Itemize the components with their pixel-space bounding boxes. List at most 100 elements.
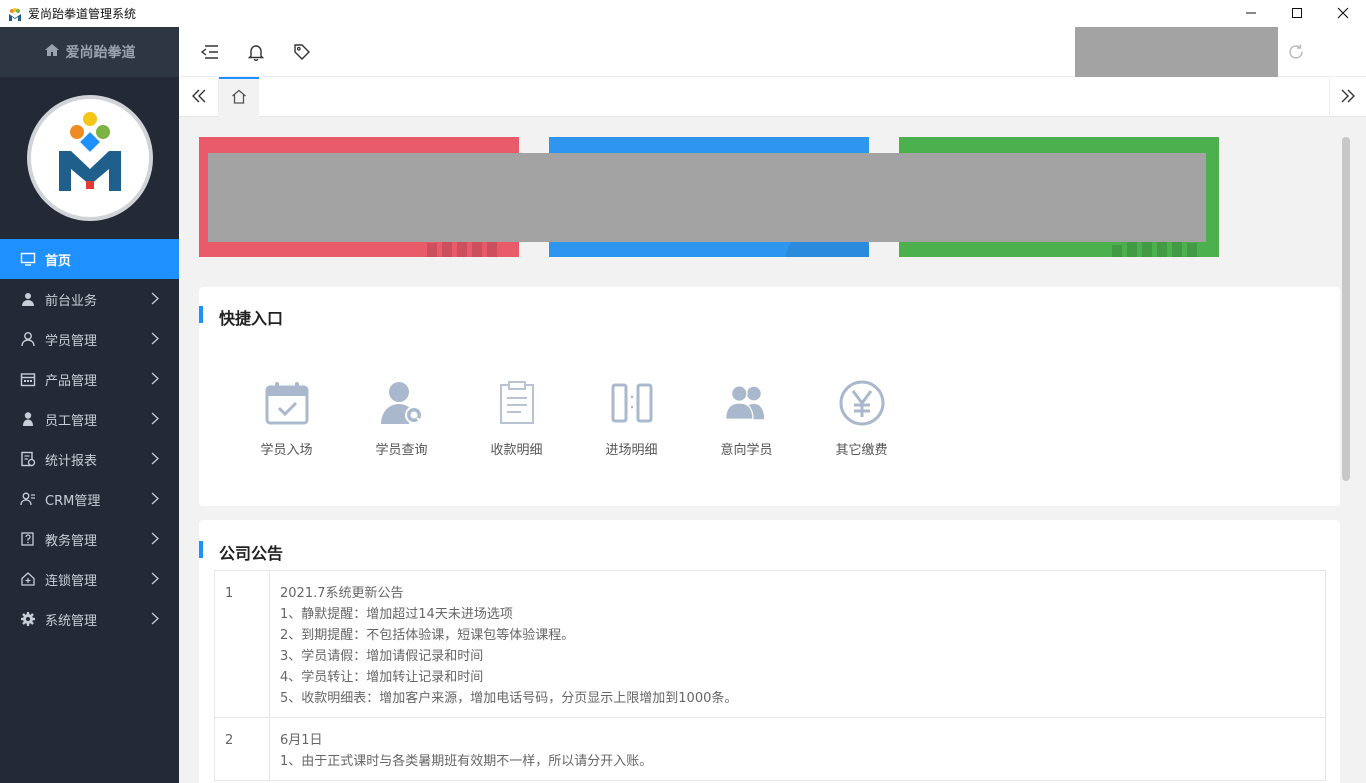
- menu-fold-icon[interactable]: [200, 42, 220, 62]
- report-icon: [19, 450, 37, 468]
- shortcut-label: 学员查询: [375, 443, 428, 458]
- close-button[interactable]: [1320, 0, 1366, 27]
- notice-content: 6月1日 1、由于正式课时与各类暑期班有效期不一样，所以请分开入账。: [269, 717, 1326, 781]
- reception-icon: [19, 290, 37, 308]
- check-in-icon: [263, 379, 311, 427]
- sidebar-item-label: 教务管理: [45, 533, 98, 549]
- company-logo: [26, 95, 153, 221]
- close-icon: [1337, 4, 1349, 23]
- window-title: 爱尚跆拳道管理系统: [28, 7, 137, 21]
- sidebar-item-label: 连锁管理: [45, 573, 98, 589]
- tab-bar: [179, 77, 1366, 117]
- chevron-right-icon: [151, 532, 159, 549]
- chevron-right-icon: [151, 372, 159, 389]
- sidebar-menu: 首页 前台业务 学员管理 产品管理 员工管理 统计报表 CRM管理 教务管理 连…: [0, 239, 179, 639]
- sidebar-item-crm[interactable]: CRM管理: [0, 479, 179, 519]
- sidebar: 爱尚跆拳道 首页 前台业务 学员管理 产品管理 员工管理 统计报表 CRM管理 …: [0, 27, 179, 783]
- minimize-icon: [1245, 4, 1257, 23]
- double-right-icon: [1341, 88, 1355, 107]
- shortcut-label: 意向学员: [720, 443, 773, 458]
- home-tab-icon: [231, 89, 247, 108]
- notice-title: 公司公告: [199, 540, 283, 564]
- table-row: 2 6月1日 1、由于正式课时与各类暑期班有效期不一样，所以请分开入账。: [214, 717, 1326, 781]
- shortcut-label: 收款明细: [490, 443, 543, 458]
- edit-doc-icon: [19, 530, 37, 548]
- notice-line: 1、静默提醒：增加超过14天未进场选项: [280, 607, 513, 622]
- crm-icon: [19, 490, 37, 508]
- sidebar-item-label: 学员管理: [45, 333, 98, 349]
- shortcut-student-checkin[interactable]: 学员入场: [229, 379, 344, 458]
- chain-home-icon: [19, 570, 37, 588]
- sidebar-item-academic[interactable]: 教务管理: [0, 519, 179, 559]
- user-search-icon: [378, 379, 426, 427]
- tab-scroll-left[interactable]: [179, 77, 219, 117]
- table-row: 1 2021.7系统更新公告 1、静默提醒：增加超过14天未进场选项 2、到期提…: [214, 570, 1326, 718]
- bell-icon[interactable]: [246, 42, 266, 62]
- clipboard-icon: [493, 379, 541, 427]
- chevron-right-icon: [151, 452, 159, 469]
- shortcut-label: 学员入场: [260, 443, 313, 458]
- sidebar-brand[interactable]: 爱尚跆拳道: [0, 27, 179, 77]
- staff-icon: [19, 410, 37, 428]
- notice-line: 5、收款明细表：增加客户来源，增加电话号码，分页显示上限增加到1000条。: [280, 691, 738, 706]
- sidebar-item-label: 员工管理: [45, 413, 98, 429]
- maximize-icon: [1291, 4, 1303, 23]
- sidebar-item-products[interactable]: 产品管理: [0, 359, 179, 399]
- user-icon: [19, 330, 37, 348]
- double-left-icon: [191, 88, 206, 107]
- tag-icon[interactable]: [292, 42, 312, 62]
- sidebar-item-staff[interactable]: 员工管理: [0, 399, 179, 439]
- calendar-icon: [19, 370, 37, 388]
- shortcut-other-fees[interactable]: 其它缴费: [804, 379, 919, 458]
- yen-icon: [838, 379, 886, 427]
- quick-access-title: 快捷入口: [199, 305, 283, 329]
- chevron-right-icon: [151, 572, 159, 589]
- sidebar-item-label: 统计报表: [45, 453, 98, 469]
- sidebar-item-label: 首页: [45, 253, 72, 269]
- scrollbar-thumb[interactable]: [1342, 137, 1350, 481]
- company-notice-panel: 公司公告 1 2021.7系统更新公告 1、静默提醒：增加超过14天未进场选项 …: [199, 520, 1340, 783]
- sidebar-item-reception[interactable]: 前台业务: [0, 279, 179, 319]
- notice-line: 3、学员请假：增加请假记录和时间: [280, 649, 484, 664]
- sidebar-item-label: 前台业务: [45, 293, 98, 309]
- top-header: [179, 27, 1366, 81]
- redacted-stats: [208, 153, 1206, 242]
- sidebar-item-label: CRM管理: [45, 493, 101, 509]
- chevron-right-icon: [151, 332, 159, 349]
- shortcut-payment-details[interactable]: 收款明细: [459, 379, 574, 458]
- notice-table: 1 2021.7系统更新公告 1、静默提醒：增加超过14天未进场选项 2、到期提…: [214, 570, 1326, 781]
- door-icon: [608, 379, 656, 427]
- users-icon: [723, 379, 771, 427]
- refresh-icon[interactable]: [1286, 42, 1306, 62]
- app-logo-icon: [8, 7, 22, 21]
- shortcut-prospective-students[interactable]: 意向学员: [689, 379, 804, 458]
- sidebar-item-chain[interactable]: 连锁管理: [0, 559, 179, 599]
- tab-scroll-right[interactable]: [1329, 77, 1366, 117]
- window-titlebar: 爱尚跆拳道管理系统: [0, 0, 1366, 27]
- shortcut-student-search[interactable]: 学员查询: [344, 379, 459, 458]
- chevron-right-icon: [151, 412, 159, 429]
- redacted-user-area: [1075, 27, 1278, 81]
- sidebar-item-reports[interactable]: 统计报表: [0, 439, 179, 479]
- notice-content: 2021.7系统更新公告 1、静默提醒：增加超过14天未进场选项 2、到期提醒：…: [269, 570, 1326, 718]
- tab-home[interactable]: [219, 77, 259, 117]
- sidebar-item-home[interactable]: 首页: [0, 239, 179, 279]
- notice-number: 2: [214, 717, 270, 781]
- sidebar-item-students[interactable]: 学员管理: [0, 319, 179, 359]
- maximize-button[interactable]: [1274, 0, 1320, 27]
- home-icon: [44, 43, 60, 61]
- notice-line: 1、由于正式课时与各类暑期班有效期不一样，所以请分开入账。: [280, 754, 653, 769]
- monitor-icon: [19, 250, 37, 268]
- shortcut-label: 其它缴费: [835, 443, 888, 458]
- minimize-button[interactable]: [1228, 0, 1274, 27]
- gear-icon: [19, 610, 37, 628]
- sidebar-item-label: 产品管理: [45, 373, 98, 389]
- notice-number: 1: [214, 570, 270, 718]
- shortcut-label: 进场明细: [605, 443, 658, 458]
- chevron-right-icon: [151, 292, 159, 309]
- shortcut-entry-details[interactable]: 进场明细: [574, 379, 689, 458]
- chevron-right-icon: [151, 492, 159, 509]
- notice-line: 2021.7系统更新公告: [280, 586, 404, 601]
- sidebar-item-system[interactable]: 系统管理: [0, 599, 179, 639]
- sidebar-item-label: 系统管理: [45, 613, 98, 629]
